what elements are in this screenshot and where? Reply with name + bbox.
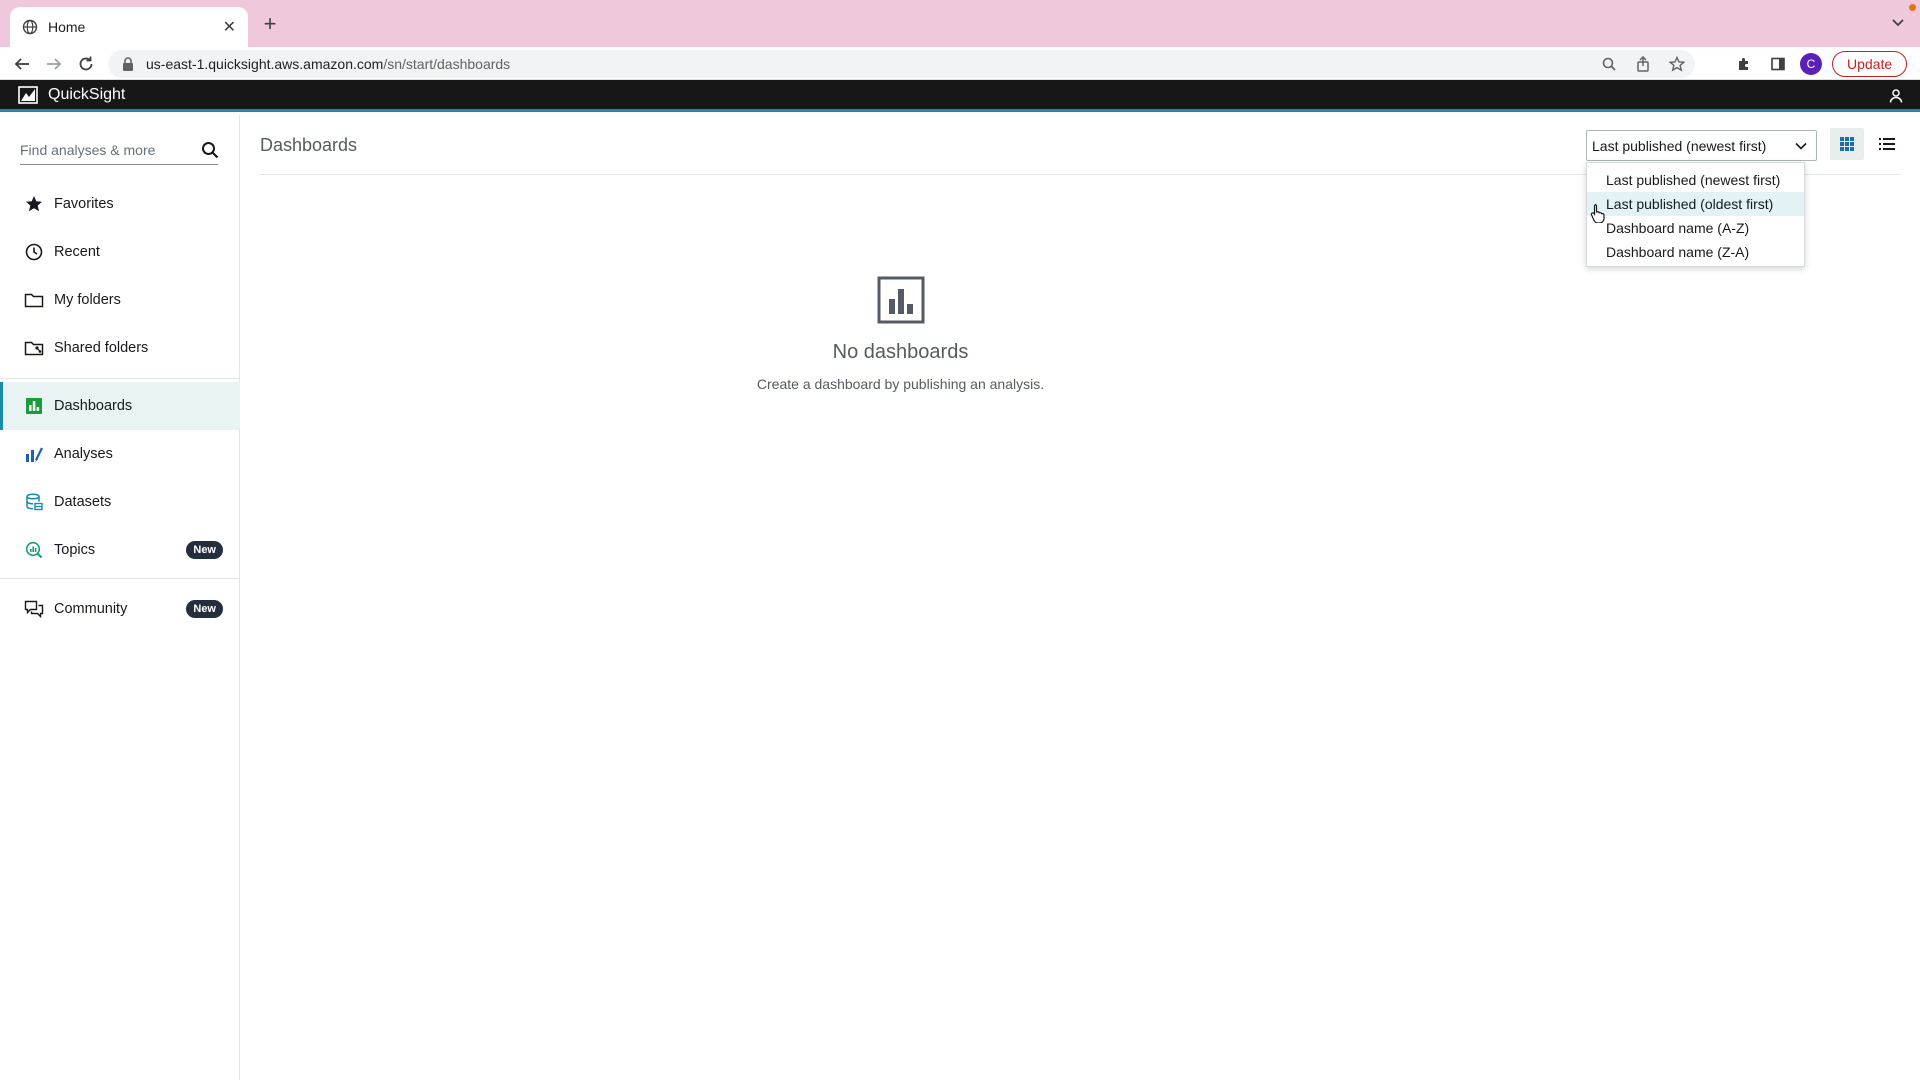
share-icon[interactable] [1633, 54, 1653, 74]
tab-title: Home [48, 19, 86, 35]
sidebar-divider [0, 378, 240, 379]
back-icon[interactable] [10, 52, 34, 76]
sidebar-item-label: Recent [54, 244, 100, 260]
empty-state: No dashboards Create a dashboard by publ… [241, 275, 1560, 392]
sort-dropdown[interactable]: Last published (newest first) [1586, 130, 1817, 161]
shared-folder-icon [24, 338, 44, 358]
sidebar-item-label: Community [54, 601, 128, 617]
chevron-down-icon [1794, 139, 1808, 153]
star-icon[interactable] [1667, 54, 1687, 74]
main-content: Dashboards Last published (newest first)… [241, 115, 1920, 1080]
forward-icon[interactable] [42, 52, 66, 76]
sort-option[interactable]: Dashboard name (Z-A) [1587, 240, 1804, 264]
notification-dot [1909, 4, 1916, 11]
list-icon [1879, 137, 1895, 151]
sidebar-item-label: Analyses [54, 446, 113, 462]
lock-icon [122, 57, 134, 71]
zoom-icon[interactable] [1599, 54, 1619, 74]
grid-view-button[interactable] [1830, 128, 1864, 160]
extensions-icon[interactable] [1732, 52, 1756, 76]
search-icon[interactable] [201, 141, 219, 159]
community-icon [24, 599, 44, 619]
globe-icon [22, 19, 38, 35]
sidebar-item-community[interactable]: Community New [0, 585, 240, 633]
profile-avatar[interactable]: C [1800, 53, 1822, 75]
chevron-down-icon[interactable] [1890, 14, 1906, 30]
sidebar-item-label: Favorites [54, 196, 114, 212]
search-box [20, 135, 219, 165]
list-view-button[interactable] [1870, 128, 1904, 160]
app-header: QuickSight [0, 80, 1920, 112]
sort-option[interactable]: Dashboard name (A-Z) [1587, 216, 1804, 240]
star-icon [24, 194, 44, 214]
sort-options-menu: Last published (newest first) Last publi… [1586, 162, 1805, 267]
sidebar-item-dashboards[interactable]: Dashboards [0, 382, 240, 430]
sidebar-item-my-folders[interactable]: My folders [0, 276, 240, 324]
sidebar-divider [0, 578, 240, 579]
search-input[interactable] [20, 141, 201, 158]
empty-state-subtitle: Create a dashboard by publishing an anal… [756, 376, 1045, 392]
sort-option[interactable]: Last published (oldest first) [1587, 192, 1804, 216]
grid-icon [1839, 136, 1855, 152]
sidebar: Favorites Recent My folders Shared folde… [0, 115, 240, 1080]
sidebar-item-favorites[interactable]: Favorites [0, 180, 240, 228]
sidebar-item-label: Datasets [54, 494, 112, 510]
sort-selected-value: Last published (newest first) [1592, 137, 1767, 154]
browser-tab[interactable]: Home ✕ [10, 7, 248, 47]
analyses-icon [24, 444, 44, 464]
url-text: us-east-1.quicksight.aws.amazon.com/sn/s… [146, 56, 511, 72]
browser-tabstrip: Home ✕ + [0, 0, 1920, 47]
browser-toolbar: us-east-1.quicksight.aws.amazon.com/sn/s… [0, 47, 1920, 80]
dashboard-empty-icon [876, 275, 926, 325]
sidebar-item-recent[interactable]: Recent [0, 228, 240, 276]
sidebar-item-label: Shared folders [54, 340, 149, 356]
sidebar-item-label: Dashboards [54, 398, 133, 414]
quicksight-logo-icon[interactable] [18, 85, 38, 104]
user-icon[interactable] [1888, 88, 1904, 104]
new-badge: New [186, 600, 223, 618]
pointer-cursor-icon [1590, 203, 1608, 223]
new-badge: New [186, 541, 223, 559]
empty-state-title: No dashboards [832, 341, 969, 363]
topics-icon [24, 540, 44, 560]
close-icon[interactable]: ✕ [223, 17, 236, 37]
sidebar-item-shared-folders[interactable]: Shared folders [0, 324, 240, 372]
sidebar-item-label: My folders [54, 292, 121, 308]
page-title: Dashboards [260, 135, 358, 155]
reload-icon[interactable] [74, 52, 98, 76]
sidebar-item-datasets[interactable]: Datasets [0, 478, 240, 526]
side-panel-icon[interactable] [1766, 52, 1790, 76]
clock-icon [24, 242, 44, 262]
address-bar[interactable]: us-east-1.quicksight.aws.amazon.com/sn/s… [108, 50, 1695, 78]
sidebar-item-label: Topics [54, 542, 96, 558]
folder-icon [24, 290, 44, 310]
update-button[interactable]: Update [1832, 51, 1908, 77]
sidebar-item-analyses[interactable]: Analyses [0, 430, 240, 478]
sidebar-item-topics[interactable]: Topics New [0, 526, 240, 574]
dashboard-icon [24, 396, 44, 416]
new-tab-icon[interactable]: + [258, 11, 282, 36]
sort-option[interactable]: Last published (newest first) [1587, 168, 1804, 192]
app-name[interactable]: QuickSight [48, 86, 125, 104]
datasets-icon [24, 492, 44, 512]
